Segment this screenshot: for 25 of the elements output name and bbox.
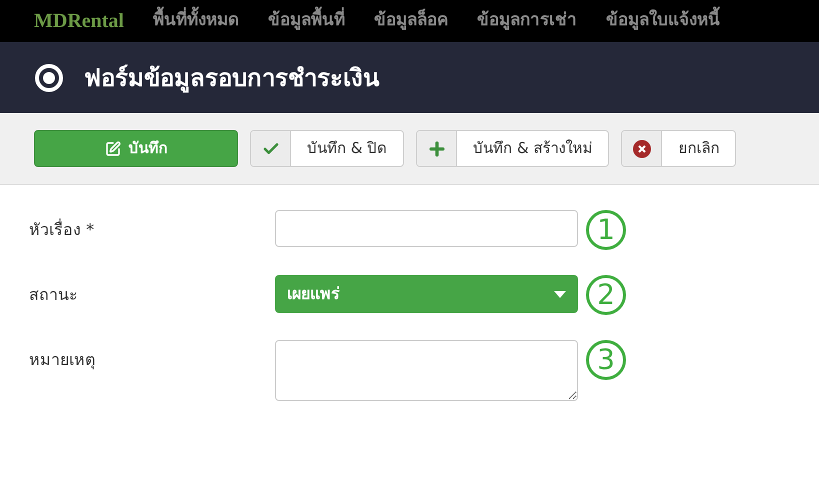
number-marker: 3 — [586, 340, 626, 380]
radio-icon — [34, 62, 64, 92]
field-label: สถานะ — [29, 284, 79, 306]
field-label: หมายเหตุ — [29, 349, 96, 372]
cancel-icon — [632, 140, 651, 158]
page-title: ฟอร์มข้อมูลรอบการชำระเงิน — [84, 62, 379, 95]
note-field[interactable] — [275, 340, 578, 401]
nav-link[interactable]: ข้อมูลล็อค — [374, 8, 448, 34]
plus-icon — [426, 138, 447, 158]
status-dropdown[interactable]: เผยแพร่ — [275, 275, 578, 313]
brand-logo[interactable]: MDRental — [34, 6, 124, 36]
toolbar-button[interactable]: บันทึก & ปิด — [250, 130, 404, 167]
caret-icon — [554, 290, 566, 298]
edit-icon — [104, 140, 120, 156]
field-label: หัวเรื่อง * — [29, 218, 96, 241]
nav-link[interactable]: ข้อมูลการเช่า — [476, 8, 577, 34]
nav-link[interactable]: ข้อมูลใบแจ้งหนี้ — [606, 8, 720, 34]
number-marker: 1 — [586, 210, 626, 250]
toolbar-button[interactable]: ยกเลิก — [621, 130, 736, 167]
subject-field[interactable] — [275, 210, 578, 247]
nav-link[interactable]: พื้นที่ทั้งหมด — [152, 8, 239, 34]
nav-link[interactable]: ข้อมูลพื้นที่ — [268, 8, 345, 34]
save-button[interactable]: บันทึก — [34, 130, 238, 167]
toolbar-button[interactable]: บันทึก & สร้างใหม่ — [416, 130, 610, 167]
number-marker: 2 — [586, 275, 626, 315]
